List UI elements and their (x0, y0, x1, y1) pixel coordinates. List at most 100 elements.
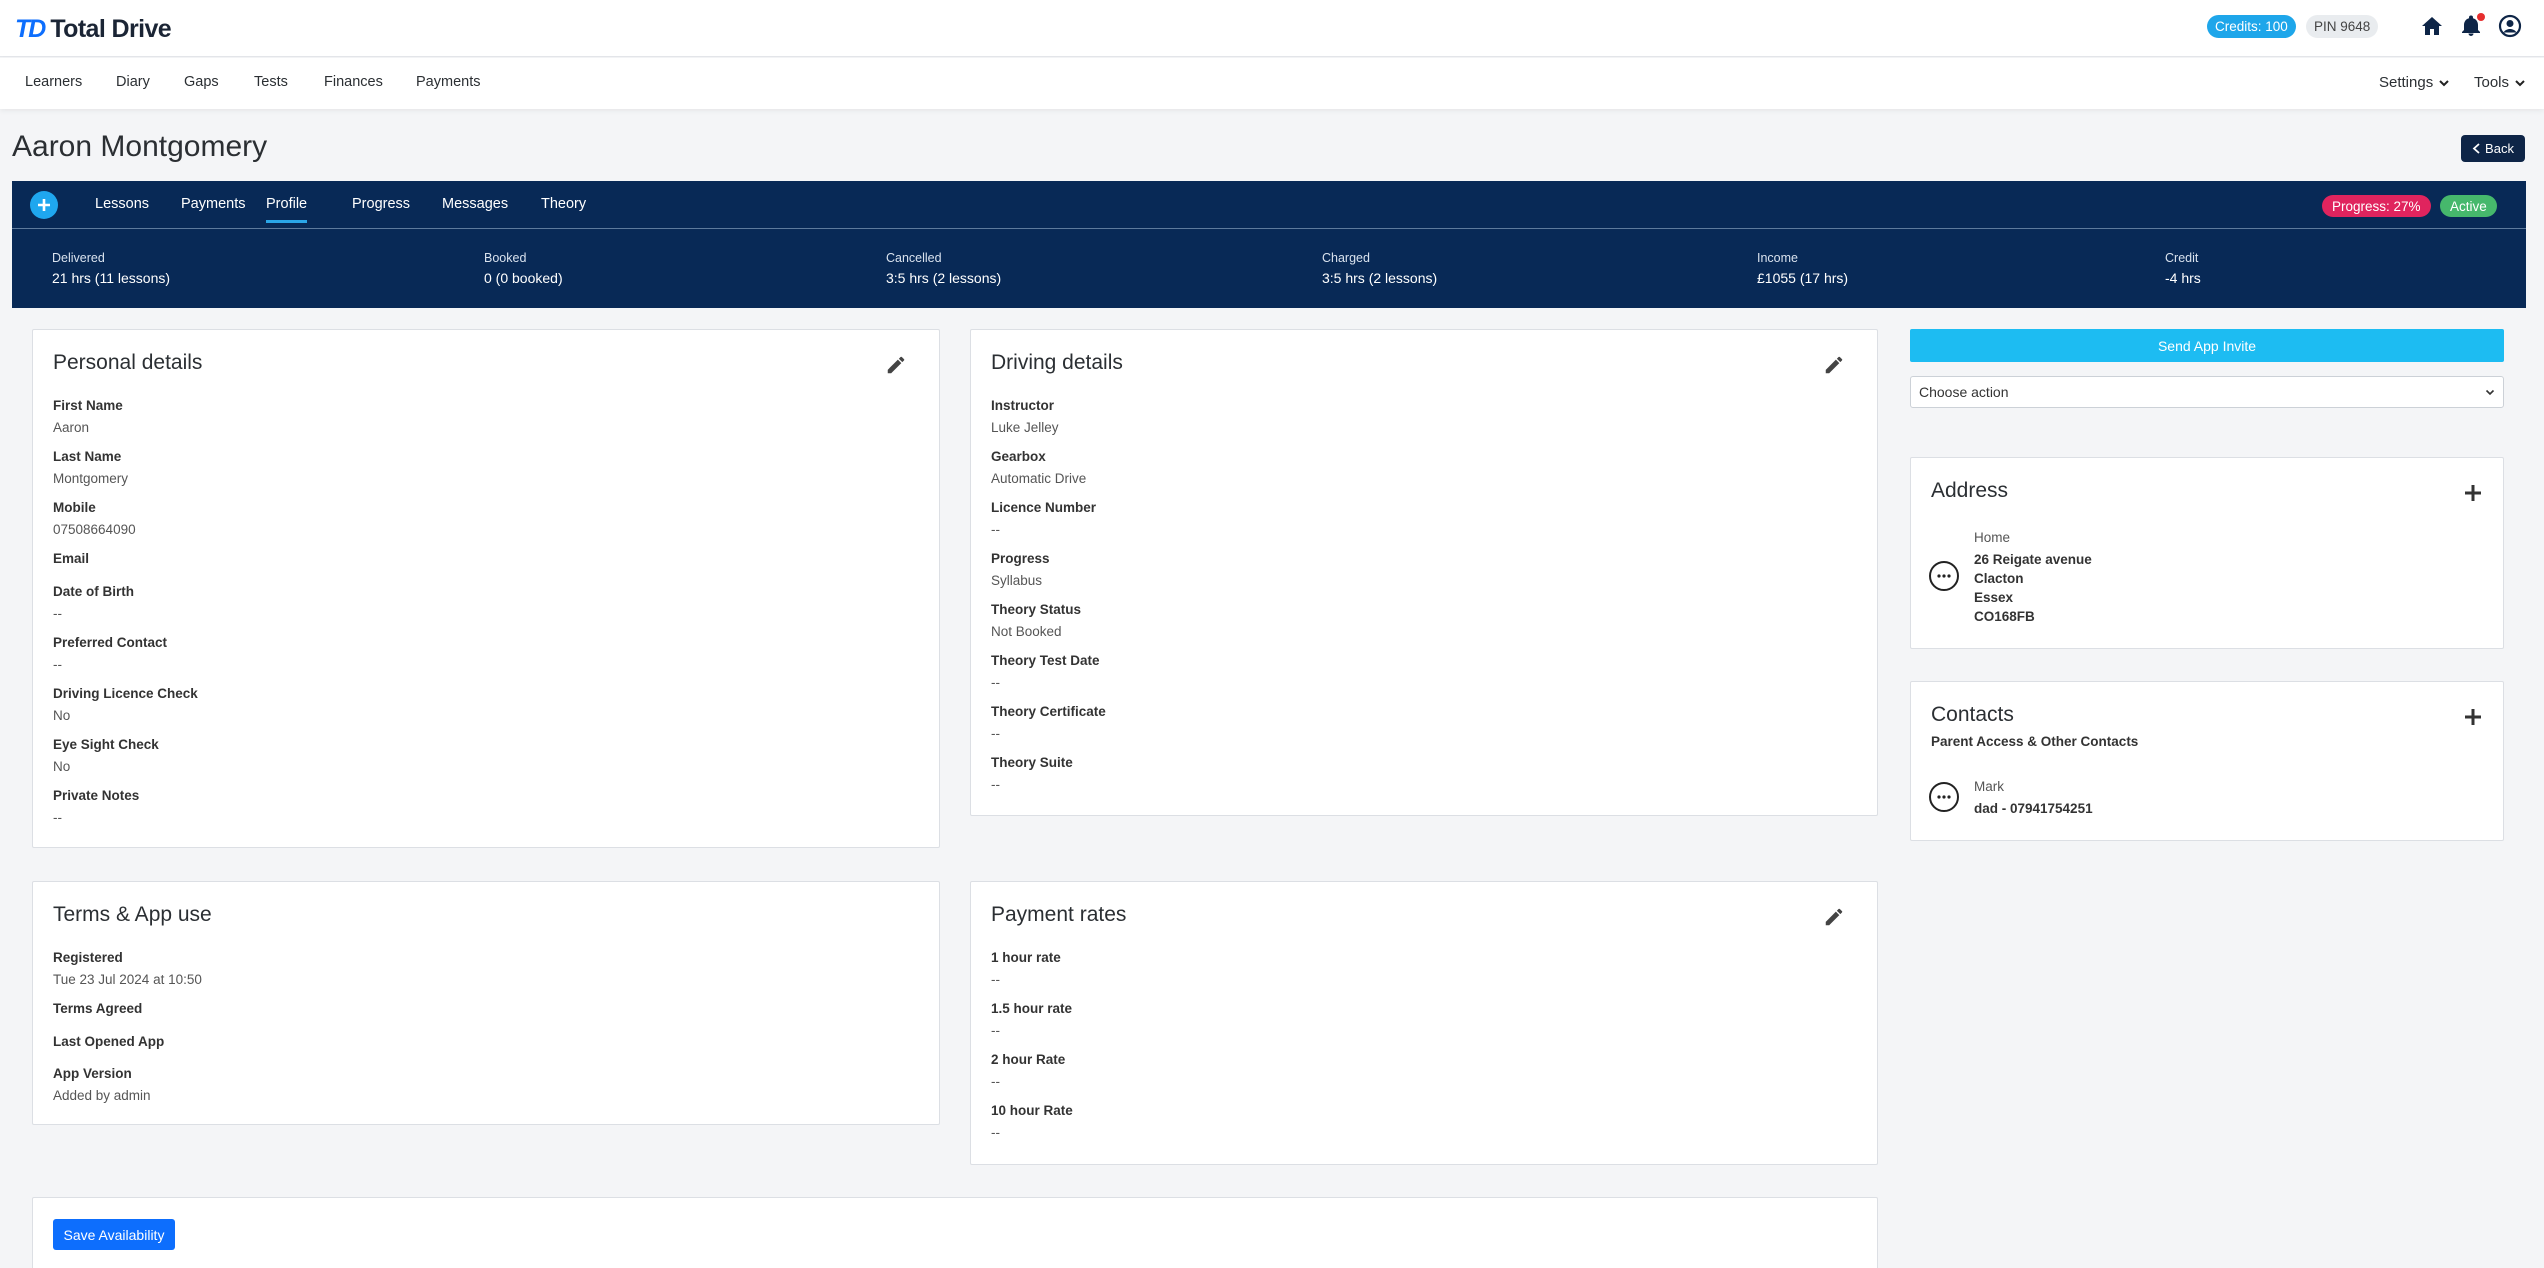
field-1-5-hour-rate: 1.5 hour rate -- (991, 1001, 1072, 1038)
card-title: Contacts (1931, 703, 2014, 726)
chevron-left-icon (2472, 143, 2480, 154)
card-title: Payment rates (991, 903, 1127, 926)
field-terms-agreed: Terms Agreed (53, 1001, 142, 1023)
contact-details: Mark dad - 07941754251 (1974, 779, 2093, 816)
stat-label: Income (1757, 251, 1798, 265)
stat-value: 0 (0 booked) (484, 270, 563, 286)
field-label: 10 hour Rate (991, 1103, 1073, 1118)
tab-theory[interactable]: Theory (541, 196, 586, 212)
chevron-down-icon (2439, 79, 2449, 86)
pencil-icon[interactable] (1823, 354, 1845, 376)
tab-payments[interactable]: Payments (181, 196, 245, 212)
more-options-icon[interactable] (1929, 782, 1959, 812)
progress-badge: Progress: 27% (2322, 195, 2431, 217)
driving-details-card: Driving details Instructor Luke Jelley Ge… (970, 329, 1878, 816)
contact-name: Mark (1974, 779, 2004, 794)
field-label: Private Notes (53, 788, 140, 803)
nav-learners[interactable]: Learners (25, 74, 82, 90)
field-theory-suite: Theory Suite -- (991, 755, 1073, 792)
field-label: Last Name (53, 449, 122, 464)
user-account-icon[interactable] (2498, 14, 2522, 38)
field-mobile: Mobile 07508664090 (53, 500, 136, 537)
add-address-plus-icon[interactable] (2463, 483, 2483, 503)
nav-gaps[interactable]: Gaps (184, 74, 219, 90)
field-value: 07508664090 (53, 522, 136, 537)
status-badge: Active (2440, 195, 2497, 217)
contact-detail: dad - 07941754251 (1974, 801, 2093, 816)
chevron-down-icon (2485, 389, 2495, 396)
settings-dropdown[interactable]: Settings (2379, 74, 2450, 91)
tab-lessons[interactable]: Lessons (95, 196, 149, 212)
pin-badge: PIN 9648 (2306, 15, 2379, 38)
card-title: Terms & App use (53, 903, 212, 926)
field-private-notes: Private Notes -- (53, 788, 139, 825)
notification-dot (2477, 13, 2485, 21)
send-app-invite-button[interactable]: Send App Invite (1910, 329, 2504, 362)
field-value: -- (991, 675, 1000, 690)
tab-profile[interactable]: Profile (266, 196, 308, 223)
tools-dropdown[interactable]: Tools (2474, 74, 2526, 91)
stat-cancelled: Cancelled 3:5 hrs (2 lessons) (886, 251, 1001, 286)
field-value: Montgomery (53, 471, 129, 486)
field-theory-test-date: Theory Test Date -- (991, 653, 1100, 690)
field-value: Luke Jelley (991, 420, 1059, 435)
field-label: 2 hour Rate (991, 1052, 1066, 1067)
field-email: Email (53, 551, 89, 573)
address-details: Home 26 Reigate avenue Clacton Essex CO1… (1974, 530, 2092, 624)
credits-badge[interactable]: Credits: 100 (2207, 15, 2296, 38)
tab-progress[interactable]: Progress (352, 196, 410, 212)
settings-label: Settings (2379, 74, 2434, 91)
add-button[interactable] (30, 191, 58, 219)
chevron-down-icon (2515, 79, 2525, 86)
field-label: Last Opened App (53, 1034, 165, 1049)
nav-tests[interactable]: Tests (254, 74, 288, 90)
field-label: App Version (53, 1066, 132, 1081)
field-value: -- (991, 1023, 1000, 1038)
field-label: Mobile (53, 500, 96, 515)
pencil-icon[interactable] (885, 354, 907, 376)
nav-diary[interactable]: Diary (116, 74, 150, 90)
field-licence-check: Driving Licence Check No (53, 686, 198, 723)
field-registered: Registered Tue 23 Jul 2024 at 10:50 (53, 950, 202, 987)
add-contact-plus-icon[interactable] (2463, 707, 2483, 727)
field-label: 1.5 hour rate (991, 1001, 1073, 1016)
field-theory-certificate: Theory Certificate -- (991, 704, 1106, 741)
address-card: Address Home 26 Reigate avenue Clacton E… (1910, 457, 2504, 649)
field-value: Not Booked (991, 624, 1062, 639)
pencil-icon[interactable] (1823, 906, 1845, 928)
tab-messages[interactable]: Messages (442, 196, 508, 212)
field-value: -- (991, 1125, 1000, 1140)
learner-tabs: Lessons Payments Profile Progress Messag… (12, 181, 2526, 229)
save-availability-button[interactable]: Save Availability (53, 1219, 175, 1250)
total-drive-logo[interactable]: TD Total Drive (15, 13, 172, 45)
stat-booked: Booked 0 (0 booked) (484, 251, 563, 286)
payment-rates-card: Payment rates 1 hour rate -- 1.5 hour rat… (970, 881, 1878, 1165)
field-1-hour-rate: 1 hour rate -- (991, 950, 1061, 987)
field-label: Theory Status (991, 602, 1082, 617)
choose-action-label: Choose action (1919, 384, 2009, 400)
choose-action-select[interactable]: Choose action (1910, 376, 2504, 408)
home-icon[interactable] (2420, 14, 2444, 38)
stat-label: Credit (2165, 251, 2199, 265)
field-theory-status: Theory Status Not Booked (991, 602, 1081, 639)
field-label: Instructor (991, 398, 1055, 413)
nav-payments[interactable]: Payments (416, 74, 480, 90)
stat-credit: Credit -4 hrs (2165, 251, 2201, 286)
field-value: -- (53, 606, 62, 621)
field-value: -- (991, 1074, 1000, 1089)
field-instructor: Instructor Luke Jelley (991, 398, 1059, 435)
stat-income: Income £1055 (17 hrs) (1757, 251, 1848, 286)
field-label: Driving Licence Check (53, 686, 198, 701)
contacts-subtitle: Parent Access & Other Contacts (1931, 734, 2139, 749)
field-value: Tue 23 Jul 2024 at 10:50 (53, 972, 202, 987)
stat-label: Cancelled (886, 251, 942, 265)
availability-card (32, 1197, 1878, 1268)
more-options-icon[interactable] (1929, 561, 1959, 591)
field-value: Aaron (53, 420, 90, 435)
back-button[interactable]: Back (2461, 135, 2525, 162)
nav-finances[interactable]: Finances (324, 74, 383, 90)
field-date-of-birth: Date of Birth -- (53, 584, 134, 621)
field-label: Terms Agreed (53, 1001, 143, 1016)
card-title: Address (1931, 479, 2009, 502)
stat-label: Booked (484, 251, 527, 265)
